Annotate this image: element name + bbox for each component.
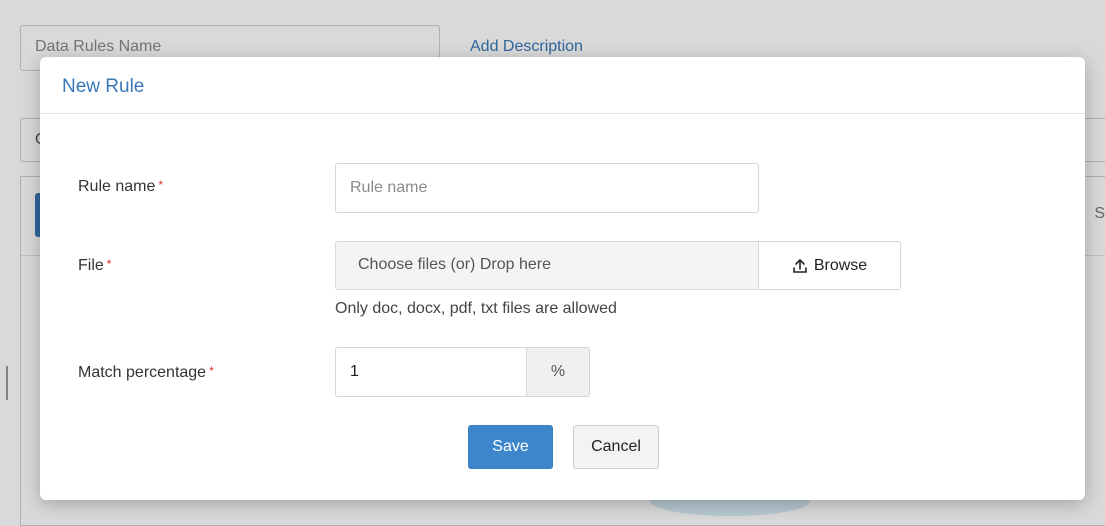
cancel-button[interactable]: Cancel	[573, 425, 659, 469]
required-marker: *	[209, 364, 214, 378]
browse-button[interactable]: Browse	[758, 241, 901, 290]
rule-name-label: Rule name *	[78, 178, 163, 196]
match-percentage-label-text: Match percentage	[78, 364, 207, 381]
rule-name-input[interactable]	[335, 163, 759, 213]
upload-icon	[792, 258, 808, 274]
file-type-hint: Only doc, docx, pdf, txt files are allow…	[335, 300, 617, 317]
file-drop-zone[interactable]: Choose files (or) Drop here	[335, 241, 758, 290]
file-label: File *	[78, 257, 111, 275]
new-rule-modal: New Rule Rule name* File* Choose files (…	[40, 57, 1085, 500]
required-marker: *	[158, 178, 164, 192]
modal-header: New Rule	[40, 57, 1085, 114]
browse-button-label: Browse	[813, 256, 868, 274]
match-percentage-label: Match percentage *	[78, 364, 214, 382]
save-button[interactable]: Save	[468, 425, 553, 469]
rule-name-label-text: Rule name	[78, 178, 156, 195]
file-label-text: File	[78, 257, 104, 274]
modal-title: New Rule	[62, 76, 145, 97]
required-marker: *	[106, 257, 112, 271]
percent-addon: %	[526, 347, 590, 397]
match-percentage-input[interactable]	[335, 347, 526, 397]
